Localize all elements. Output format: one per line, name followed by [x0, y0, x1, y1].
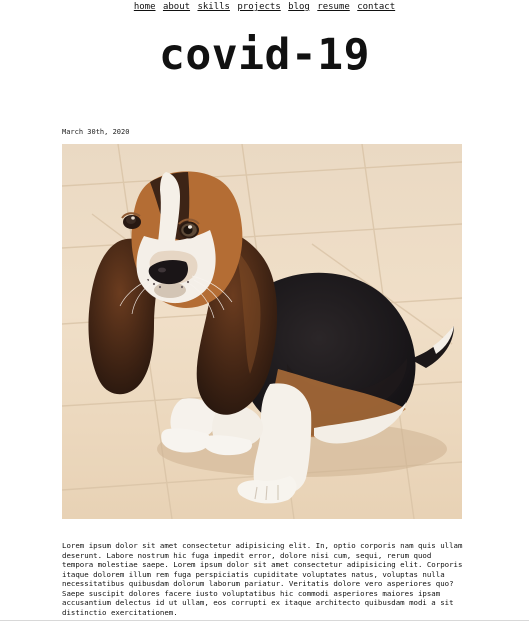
- top-nav: home about skills projects blog resume c…: [0, 2, 529, 12]
- basset-hound-puppy-photo-icon: [62, 144, 462, 519]
- post-photo: [62, 144, 462, 519]
- nav-link-skills[interactable]: skills: [197, 2, 230, 12]
- nav-link-blog[interactable]: blog: [288, 2, 310, 12]
- post-body: Lorem ipsum dolor sit amet consectetur a…: [62, 541, 463, 617]
- nav-link-home[interactable]: home: [134, 2, 156, 12]
- nav-link-projects[interactable]: projects: [237, 2, 280, 12]
- nav-link-resume[interactable]: resume: [317, 2, 350, 12]
- nav-link-about[interactable]: about: [163, 2, 190, 12]
- nav-link-contact[interactable]: contact: [357, 2, 395, 12]
- page-title: covid-19: [158, 30, 371, 80]
- footer-divider: [0, 620, 529, 621]
- post-date: March 30th, 2020: [62, 128, 130, 136]
